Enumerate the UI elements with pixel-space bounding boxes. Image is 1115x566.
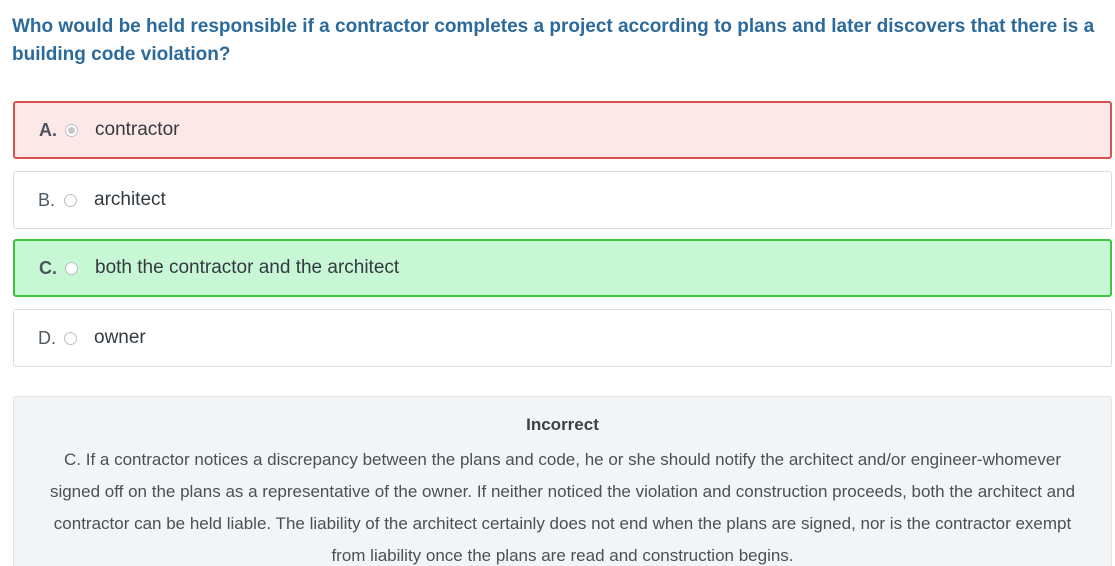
option-b[interactable]: B. architect — [13, 171, 1112, 229]
feedback-title: Incorrect — [526, 415, 599, 434]
option-label: architect — [94, 189, 166, 210]
option-letter: C. — [39, 257, 57, 278]
option-d[interactable]: D. owner — [13, 309, 1112, 367]
option-letter: A. — [39, 119, 57, 140]
quiz-page: Who would be held responsible if a contr… — [0, 0, 1115, 566]
radio-button-icon[interactable] — [64, 331, 77, 345]
option-a[interactable]: A. contractor — [13, 101, 1112, 159]
radio-button-checked-icon[interactable] — [65, 123, 78, 137]
option-label: contractor — [95, 119, 180, 140]
feedback-panel: Incorrect C. If a contractor notices a d… — [13, 396, 1112, 566]
feedback-explanation: C. If a contractor notices a discrepancy… — [49, 450, 1076, 565]
radio-button-icon[interactable] — [65, 261, 78, 275]
option-letter: D. — [38, 327, 56, 348]
radio-button-icon[interactable] — [64, 193, 77, 207]
option-c[interactable]: C. both the contractor and the architect — [13, 239, 1112, 297]
option-label: both the contractor and the architect — [95, 257, 400, 278]
option-letter: B. — [38, 189, 56, 210]
question-text: Who would be held responsible if a contr… — [12, 16, 1095, 65]
option-label: owner — [94, 327, 146, 348]
